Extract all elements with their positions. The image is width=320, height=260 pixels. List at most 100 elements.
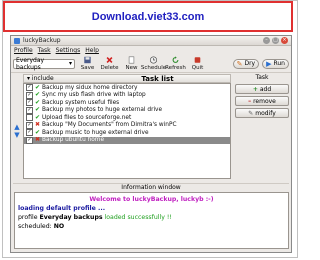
move-up-icon[interactable]: ▲	[13, 123, 21, 131]
tasklist-title: Task list	[141, 74, 174, 83]
cross-icon: ✖	[35, 136, 41, 144]
schedule-label: Schedule	[140, 65, 167, 71]
task-row[interactable]: ✓ ✔ Backup system useful files	[24, 99, 230, 107]
include-checkbox[interactable]: ✓	[26, 121, 33, 129]
run-icon: ▶	[266, 59, 272, 68]
quit-label: Quit	[191, 65, 204, 71]
task-row[interactable]: ✓ ✔ Sync my usb flash drive with laptop	[24, 91, 230, 100]
modify-task-button[interactable]: ✎ modify	[235, 108, 289, 118]
include-column-header[interactable]: ▾ include	[24, 75, 85, 82]
remove-label: remove	[253, 97, 276, 105]
task-name: Backup system useful files	[42, 99, 120, 106]
chevron-down-icon: ▾	[68, 60, 72, 67]
menu-task[interactable]: Task	[38, 47, 51, 54]
refresh-icon	[172, 56, 179, 63]
include-checkbox[interactable]: ✓	[26, 136, 33, 144]
title-bar: luckyBackup – □ ×	[11, 36, 291, 46]
schedule-button[interactable]: Schedule	[140, 56, 167, 71]
profile-name: Everyday backups	[39, 214, 103, 221]
run-label: Run	[273, 60, 285, 67]
info-window-header: Information window	[13, 183, 289, 192]
include-checkbox[interactable]: ✓	[26, 129, 33, 137]
dry-label: Dry	[244, 60, 256, 67]
save-label: Save	[80, 65, 95, 71]
quit-button[interactable]: Quit	[188, 56, 207, 71]
task-name: Backup my photos to huge external drive	[42, 107, 163, 114]
include-checkbox[interactable]: ✓	[26, 106, 33, 114]
modify-label: modify	[255, 109, 276, 117]
profile-prefix: profile	[18, 214, 38, 221]
save-icon	[84, 56, 91, 64]
task-name: Sync my usb flash drive with laptop	[42, 92, 146, 99]
include-checkbox[interactable]	[26, 114, 33, 122]
add-label: add	[259, 85, 272, 93]
dry-icon: ✎	[236, 59, 243, 68]
task-panel-label: Task	[255, 74, 269, 81]
include-checkbox[interactable]: ✓	[26, 99, 33, 107]
info-window: Welcome to luckyBackup, luckyb :-) loadi…	[14, 192, 289, 249]
check-icon: ✔	[35, 128, 41, 136]
menu-settings[interactable]: Settings	[56, 47, 81, 54]
new-document-icon	[128, 56, 135, 64]
task-row[interactable]: ✔ Upload files to sourceforge.net	[24, 114, 230, 122]
check-icon: ✔	[35, 106, 41, 114]
minimize-icon[interactable]: –	[263, 37, 270, 44]
delete-label: Delete	[100, 65, 119, 71]
task-name: Backup "My Documents" from Dimitra's win…	[42, 122, 177, 129]
new-label: New	[125, 65, 138, 71]
minus-icon: –	[248, 97, 252, 105]
run-button[interactable]: ▶ Run	[262, 58, 289, 69]
menu-profile[interactable]: Profile	[14, 47, 33, 54]
include-checkbox[interactable]: ✓	[26, 91, 33, 99]
schedule-status-line: scheduled: NO	[18, 222, 285, 231]
remove-task-button[interactable]: – remove	[235, 96, 289, 106]
delete-icon	[106, 57, 113, 63]
include-checkbox[interactable]: ✓	[26, 84, 33, 92]
move-down-icon[interactable]: ▼	[13, 131, 21, 139]
new-button[interactable]: New	[122, 56, 141, 71]
task-name: Upload files to sourceforge.net	[42, 114, 132, 121]
task-row[interactable]: ✓ ✔ Backup my photos to huge external driv…	[24, 106, 230, 115]
plus-icon: +	[252, 85, 258, 93]
save-button[interactable]: Save	[78, 56, 97, 71]
welcome-message: Welcome to luckyBackup, luckyb :-)	[89, 196, 214, 203]
add-task-button[interactable]: + add	[235, 84, 289, 94]
cross-icon: ✖	[35, 121, 41, 129]
menu-help[interactable]: Help	[85, 47, 99, 54]
task-name: Backup ubuntu home	[42, 137, 105, 144]
task-row[interactable]: ✓ ✖ Backup ubuntu home	[24, 136, 230, 144]
close-icon[interactable]: ×	[281, 37, 288, 44]
loading-message: loading default profile ...	[18, 205, 106, 212]
window-title: luckyBackup	[23, 37, 61, 44]
task-row[interactable]: ✓ ✔ Backup music to huge external drive	[24, 129, 230, 137]
profile-select[interactable]: Everyday backups ▾	[13, 56, 75, 71]
banner-text: Download.viet33.com	[91, 10, 205, 23]
check-icon: ✔	[35, 83, 41, 91]
refresh-button[interactable]: Refresh	[165, 56, 186, 71]
profile-status-line: profile Everyday backups loaded successf…	[18, 213, 285, 222]
task-list[interactable]: ✓ ✔ Backup my sidux home directory ✓ ✔ Sync m…	[23, 83, 231, 179]
profile-select-value: Everyday backups	[16, 56, 45, 71]
toolbar: Everyday backups ▾ Save Delete New Sched…	[11, 55, 291, 73]
check-icon: ✔	[35, 113, 41, 121]
check-icon: ✔	[35, 98, 41, 106]
quit-icon	[194, 57, 201, 63]
refresh-label: Refresh	[165, 65, 186, 71]
tasklist-header: ▾ include Task list	[23, 74, 231, 83]
maximize-icon[interactable]: □	[272, 37, 279, 44]
clock-icon	[149, 56, 158, 64]
reorder-controls: ▲ ▼	[13, 123, 21, 139]
scheduled-label: scheduled:	[18, 223, 52, 230]
task-name: Backup music to huge external drive	[42, 129, 149, 136]
task-name: Backup my sidux home directory	[42, 84, 138, 91]
task-panel: Task + add – remove ✎ modify	[235, 74, 289, 120]
profile-status: loaded successfully !!	[104, 214, 172, 221]
task-row[interactable]: ✓ ✖ Backup "My Documents" from Dimitra's w…	[24, 121, 230, 130]
scheduled-value: NO	[53, 223, 65, 230]
pencil-icon: ✎	[248, 109, 254, 117]
dry-run-toggle[interactable]: ✎ Dry	[232, 58, 260, 69]
watermark-banner: Download.viet33.com	[3, 1, 293, 32]
app-window: luckyBackup – □ × Profile Task Settings …	[10, 35, 292, 253]
delete-button[interactable]: Delete	[100, 56, 119, 71]
task-row[interactable]: ✓ ✔ Backup my sidux home directory	[24, 84, 230, 92]
